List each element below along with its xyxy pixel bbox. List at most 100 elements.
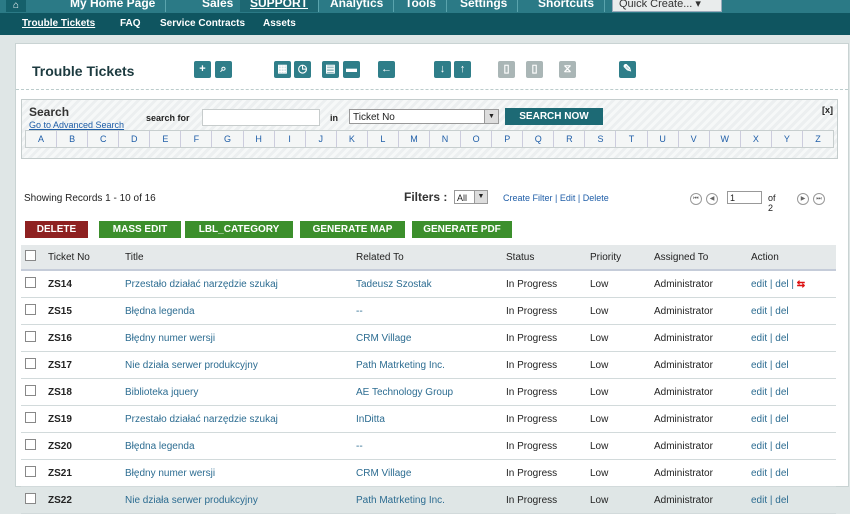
link-icon[interactable]: ⇆ [794,279,805,290]
filter-select[interactable]: All ▼ [454,190,488,204]
row-checkbox[interactable] [25,331,36,342]
action-links[interactable]: edit | del [747,324,836,352]
action-links[interactable]: edit | del [747,459,836,487]
subnav-trouble-tickets[interactable]: Trouble Tickets [22,18,95,29]
row-checkbox[interactable] [25,466,36,477]
alpha-letter[interactable]: I [275,131,306,147]
chevron-down-icon[interactable]: ▼ [474,191,487,203]
alpha-letter[interactable]: F [181,131,213,147]
quick-create-select[interactable]: Quick Create... ▾ [612,0,722,12]
category-button[interactable]: LBL_CATEGORY [185,221,293,238]
alpha-letter[interactable]: K [337,131,368,147]
alpha-letter[interactable]: P [492,131,524,147]
col-related-to[interactable]: Related To [352,245,502,271]
table-row[interactable]: ZS22 Nie działa serwer produkcyjny Path Ma… [21,486,836,514]
row-checkbox[interactable] [25,493,36,504]
col-ticket-no[interactable]: Ticket No [44,245,121,271]
chat-icon[interactable]: ▬ [343,61,360,78]
alpha-letter[interactable]: T [616,131,648,147]
title-link[interactable]: Błędny numer wersji [121,459,352,487]
related-to-link[interactable]: CRM Village [352,459,502,487]
alpha-letter[interactable]: X [741,131,772,147]
title-link[interactable]: Błędna legenda [121,297,352,325]
title-link[interactable]: Przestało działać narzędzie szukaj [121,270,352,298]
alpha-letter[interactable]: C [88,131,120,147]
alpha-letter[interactable]: G [212,131,244,147]
action-links[interactable]: edit | del [747,351,836,379]
title-link[interactable]: Błędna legenda [121,432,352,460]
title-link[interactable]: Błędny numer wersji [121,324,352,352]
search-input[interactable] [202,109,320,126]
col-assigned-to[interactable]: Assigned To [650,245,747,271]
clock-icon[interactable]: ◷ [294,61,311,78]
subnav-faq[interactable]: FAQ [120,18,141,29]
last-page-icon[interactable]: ⏭ [813,193,825,205]
row-checkbox[interactable] [25,439,36,450]
action-links[interactable]: edit | del [747,378,836,406]
alpha-letter[interactable]: O [461,131,493,147]
export-icon[interactable]: ↑ [454,61,471,78]
tab-support[interactable]: SUPPORT [240,0,320,12]
title-link[interactable]: Nie działa serwer produkcyjny [121,351,352,379]
alpha-letter[interactable]: N [430,131,462,147]
add-icon[interactable]: + [194,61,211,78]
calendar-icon[interactable]: ▦ [274,61,291,78]
alpha-letter[interactable]: H [244,131,275,147]
alpha-letter[interactable]: E [150,131,182,147]
page-input[interactable]: 1 [727,191,762,204]
home-icon[interactable]: ⌂ [6,0,26,12]
search-now-button[interactable]: SEARCH NOW [505,108,603,125]
back-arrow-icon[interactable]: ← [378,61,395,78]
calculator-icon[interactable]: ▤ [322,61,339,78]
alpha-letter[interactable]: D [119,131,151,147]
alpha-letter[interactable]: U [648,131,679,147]
col-status[interactable]: Status [502,245,586,271]
related-to-link[interactable]: CRM Village [352,324,502,352]
title-link[interactable]: Biblioteka jquery [121,378,352,406]
related-to-link[interactable]: InDitta [352,405,502,433]
table-row[interactable]: ZS17 Nie działa serwer produkcyjny Path Ma… [21,351,836,379]
mass-edit-button[interactable]: MASS EDIT [99,221,181,238]
table-row[interactable]: ZS16 Błędny numer wersji CRM Village In Pro… [21,324,836,352]
first-page-icon[interactable]: ⏮ [690,193,702,205]
chevron-down-icon[interactable]: ▼ [484,110,498,123]
wrench-icon[interactable]: ✎ [619,61,636,78]
search-icon[interactable]: ⌕ [215,61,232,78]
tab-my-home-page[interactable]: My Home Page [60,0,167,12]
table-row[interactable]: ZS14 Przestało działać narzędzie szukaj Ta… [21,270,836,298]
action-links[interactable]: edit | del [747,405,836,433]
delete-button[interactable]: DELETE [25,221,88,238]
tab-analytics[interactable]: Analytics [320,0,395,12]
search-field-select[interactable]: Ticket No ▼ [349,109,499,124]
generate-map-button[interactable]: GENERATE MAP [300,221,405,238]
row-checkbox[interactable] [25,358,36,369]
alpha-letter[interactable]: Y [772,131,803,147]
row-checkbox[interactable] [25,277,36,288]
hourglass-icon[interactable]: ⧖ [559,61,576,78]
alpha-letter[interactable]: L [368,131,399,147]
subnav-service-contracts[interactable]: Service Contracts [160,18,245,29]
alpha-letter[interactable]: B [57,131,89,147]
action-links[interactable]: edit | del | ⇆ [747,270,836,298]
col-priority[interactable]: Priority [586,245,650,271]
advanced-search-link[interactable]: Go to Advanced Search [29,120,124,130]
related-to-link[interactable]: -- [352,297,502,325]
title-link[interactable]: Przestało działać narzędzie szukaj [121,405,352,433]
table-row[interactable]: ZS18 Biblioteka jquery AE Technology Group… [21,378,836,406]
table-row[interactable]: ZS19 Przestało działać narzędzie szukaj In… [21,405,836,433]
related-to-link[interactable]: AE Technology Group [352,378,502,406]
related-to-link[interactable]: Path Matrketing Inc. [352,351,502,379]
alpha-letter[interactable]: V [679,131,710,147]
title-link[interactable]: Nie działa serwer produkcyjny [121,486,352,514]
alpha-letter[interactable]: Q [523,131,555,147]
alpha-letter[interactable]: W [710,131,741,147]
col-title[interactable]: Title [121,245,352,271]
related-to-link[interactable]: -- [352,432,502,460]
table-row[interactable]: ZS15 Błędna legenda -- In Progress Low Admini… [21,297,836,325]
row-checkbox[interactable] [25,304,36,315]
table-row[interactable]: ZS21 Błędny numer wersji CRM Village In Pro… [21,459,836,487]
tab-settings[interactable]: Settings [450,0,519,12]
alpha-letter[interactable]: A [26,131,58,147]
row-checkbox[interactable] [25,412,36,423]
generate-pdf-button[interactable]: GENERATE PDF [412,221,512,238]
